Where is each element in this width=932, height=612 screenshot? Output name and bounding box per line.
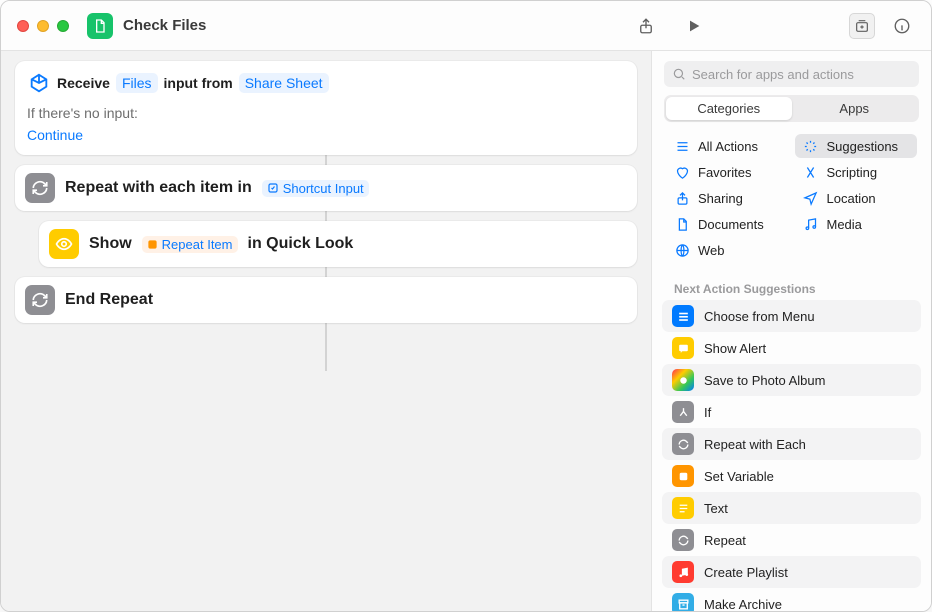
suggestion-item[interactable]: Text [662,492,921,524]
category-web[interactable]: Web [666,238,789,262]
suggestion-icon [672,369,694,391]
window-title: Check Files [123,17,206,34]
suggestion-item[interactable]: Choose from Menu [662,300,921,332]
receive-action-card[interactable]: Receive Files input from Share Sheet If … [15,61,637,155]
category-suggestions[interactable]: Suggestions [795,134,918,158]
close-window-button[interactable] [17,20,29,32]
suggestion-icon [672,337,694,359]
suggestion-item[interactable]: Show Alert [662,332,921,364]
repeat-input-token[interactable]: Shortcut Input [262,180,369,197]
category-sharing[interactable]: Sharing [666,186,789,210]
repeat-icon [25,173,55,203]
show-tail: in Quick Look [248,235,354,253]
repeat-end-card[interactable]: End Repeat [15,277,637,323]
suggestion-item[interactable]: Save to Photo Album [662,364,921,396]
repeat-end-icon [25,285,55,315]
zoom-window-button[interactable] [57,20,69,32]
suggestions-list: Choose from MenuShow AlertSave to Photo … [652,300,931,611]
eye-icon [49,229,79,259]
media-icon [803,216,819,232]
suggestion-icon [672,497,694,519]
documents-icon [674,216,690,232]
show-verb: Show [89,235,132,253]
quick-look-card[interactable]: Show Repeat Item in Quick Look [39,221,637,267]
suggestion-item[interactable]: Make Archive [662,588,921,611]
suggestions-heading: Next Action Suggestions [652,272,931,300]
suggestion-item[interactable]: Repeat [662,524,921,556]
tab-apps[interactable]: Apps [792,97,918,120]
all-actions-icon [674,138,690,154]
suggestion-icon [672,465,694,487]
category-favorites[interactable]: Favorites [666,160,789,184]
category-location[interactable]: Location [795,186,918,210]
receive-type-token[interactable]: Files [116,73,158,93]
library-toggle-button[interactable] [849,13,875,39]
run-button[interactable] [681,13,707,39]
suggestion-icon [672,561,694,583]
favorites-icon [674,164,690,180]
tab-categories[interactable]: Categories [666,97,792,120]
repeat-item-token[interactable]: Repeat Item [142,236,238,253]
minimize-window-button[interactable] [37,20,49,32]
info-button[interactable] [889,13,915,39]
suggestion-icon [672,529,694,551]
suggestion-item[interactable]: If [662,396,921,428]
suggestion-icon [672,401,694,423]
suggestion-icon [672,433,694,455]
titlebar: Check Files [1,1,931,51]
category-grid: All ActionsSuggestionsFavoritesScripting… [652,130,931,272]
search-field[interactable] [664,61,919,87]
toolbar-right [633,13,915,39]
location-icon [803,190,819,206]
input-icon [27,71,51,95]
sharing-icon [674,190,690,206]
category-documents[interactable]: Documents [666,212,789,236]
receive-source-token[interactable]: Share Sheet [239,73,329,93]
sidebar: Categories Apps All ActionsSuggestionsFa… [651,51,931,611]
library-tabs: Categories Apps [664,95,919,122]
scripting-icon [803,164,819,180]
shortcut-editor[interactable]: Receive Files input from Share Sheet If … [1,51,651,611]
suggestion-icon [672,305,694,327]
suggestion-item[interactable]: Set Variable [662,460,921,492]
search-input[interactable] [692,67,911,82]
suggestion-item[interactable]: Repeat with Each [662,428,921,460]
suggestion-item[interactable]: Create Playlist [662,556,921,588]
category-scripting[interactable]: Scripting [795,160,918,184]
end-repeat-text: End Repeat [65,291,153,309]
noinput-action-token[interactable]: Continue [27,127,83,143]
web-icon [674,242,690,258]
share-button[interactable] [633,13,659,39]
receive-verb: Receive [57,75,110,91]
repeat-head-text: Repeat with each item in [65,179,252,197]
body: Receive Files input from Share Sheet If … [1,51,931,611]
shortcut-document-icon [87,13,113,39]
category-media[interactable]: Media [795,212,918,236]
window-controls [17,20,69,32]
noinput-label: If there's no input: [27,105,625,121]
repeat-head-card[interactable]: Repeat with each item in Shortcut Input [15,165,637,211]
suggestion-icon [672,593,694,611]
suggestions-icon [803,138,819,154]
category-all-actions[interactable]: All Actions [666,134,789,158]
receive-mid: input from [164,75,233,91]
app-window: Check Files [0,0,932,612]
